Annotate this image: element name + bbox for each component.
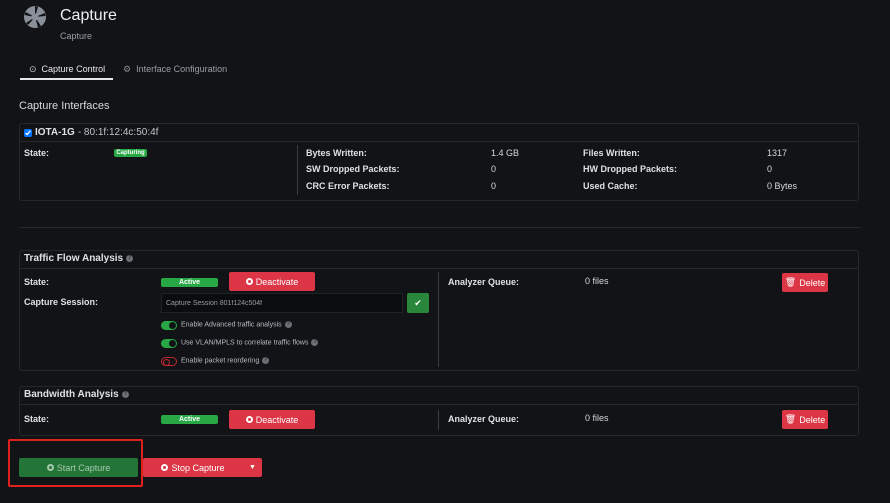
stop-circle-icon: [245, 278, 253, 285]
state-label: State:: [24, 414, 50, 424]
delete-button[interactable]: 🗑 Delete: [782, 410, 828, 429]
stop-circle-icon: [245, 416, 253, 423]
toggle-label: Enable Advanced traffic analysis?: [181, 321, 292, 329]
help-icon[interactable]: ?: [126, 254, 134, 262]
stat-value: 0: [491, 164, 497, 174]
button-label: Delete: [799, 277, 826, 288]
stat-value: 1.4 GB: [491, 148, 520, 158]
stat-value: 1317: [767, 148, 788, 158]
delete-button[interactable]: 🗑 Delete: [782, 273, 828, 292]
queue-value: 0 files: [585, 413, 609, 423]
button-label: Stop Capture: [171, 462, 225, 473]
trash-icon: 🗑: [784, 414, 797, 424]
section-title: Capture Interfaces: [19, 100, 110, 112]
stat-value: 0 Bytes: [767, 181, 798, 191]
help-icon[interactable]: ?: [284, 321, 292, 328]
tab-label: Capture Control: [41, 64, 106, 74]
tab-label: Interface Configuration: [136, 64, 228, 74]
stat-label: Bytes Written:: [306, 148, 367, 158]
capture-focus-icon: ⊙: [29, 64, 37, 74]
stop-capture-button[interactable]: Stop Capture: [143, 458, 243, 477]
stat-label: Used Cache:: [583, 181, 638, 191]
deactivate-button[interactable]: Deactivate: [229, 272, 315, 291]
help-icon[interactable]: ?: [121, 390, 129, 398]
stat-label: CRC Error Packets:: [306, 181, 390, 191]
start-capture-button[interactable]: Start Capture: [19, 458, 138, 477]
stop-circle-icon: [161, 464, 169, 471]
check-icon: ✔: [414, 297, 422, 308]
capture-logo-icon: [23, 5, 47, 29]
help-icon[interactable]: ?: [311, 339, 319, 346]
toggle-vlan-mpls[interactable]: [161, 339, 177, 348]
interface-card: IOTA-1G - 80:1f:12:4c:50:4f: [19, 123, 859, 201]
toggle-packet-reordering[interactable]: [161, 357, 177, 366]
status-badge: Active: [161, 415, 218, 424]
queue-value: 0 files: [585, 276, 609, 286]
divider: [19, 227, 861, 228]
state-label: State:: [24, 148, 50, 158]
caret-down-icon: ▼: [249, 464, 256, 471]
button-label: Delete: [799, 414, 826, 425]
stat-label: SW Dropped Packets:: [306, 164, 400, 174]
page-subtitle: Capture: [60, 31, 93, 41]
button-label: Start Capture: [56, 462, 111, 473]
confirm-session-button[interactable]: ✔: [407, 293, 429, 313]
stat-value: 0: [491, 181, 497, 191]
interface-mac: - 80:1f:12:4c:50:4f: [77, 127, 159, 138]
tab-interface-configuration[interactable]: ⚙ Interface Configuration: [123, 64, 227, 75]
interface-name: IOTA-1G: [35, 127, 75, 138]
stat-value: 0: [767, 164, 773, 174]
button-label: Deactivate: [255, 414, 299, 425]
trash-icon: 🗑: [784, 277, 797, 287]
session-label: Capture Session:: [24, 297, 99, 307]
page-title: Capture: [60, 7, 117, 24]
interface-checkbox[interactable]: [24, 128, 32, 137]
stat-label: HW Dropped Packets:: [583, 164, 678, 174]
play-circle-icon: [46, 464, 54, 471]
deactivate-button[interactable]: Deactivate: [229, 410, 315, 429]
bandwidth-card: Bandwidth Analysis?: [19, 386, 859, 436]
help-icon[interactable]: ?: [262, 357, 270, 364]
status-badge: Capturing: [114, 149, 147, 157]
button-label: Deactivate: [255, 276, 299, 287]
state-label: State:: [24, 277, 50, 287]
toggle-label: Use VLAN/MPLS to correlate traffic flows…: [181, 339, 319, 347]
toggle-label: Enable packet reordering?: [181, 357, 270, 365]
card-title: Bandwidth Analysis: [24, 389, 119, 400]
gear-icon: ⚙: [123, 64, 132, 74]
traffic-flow-card: Traffic Flow Analysis?: [19, 250, 859, 371]
stop-capture-dropdown[interactable]: ▼: [243, 458, 262, 477]
tab-capture-control[interactable]: ⊙ Capture Control: [20, 64, 113, 80]
queue-label: Analyzer Queue:: [448, 414, 520, 424]
status-badge: Active: [161, 278, 218, 287]
capture-session-input[interactable]: [161, 293, 403, 313]
toggle-advanced-analysis[interactable]: [161, 321, 177, 330]
stat-label: Files Written:: [583, 148, 640, 158]
queue-label: Analyzer Queue:: [448, 277, 520, 287]
card-title: Traffic Flow Analysis: [24, 253, 124, 264]
